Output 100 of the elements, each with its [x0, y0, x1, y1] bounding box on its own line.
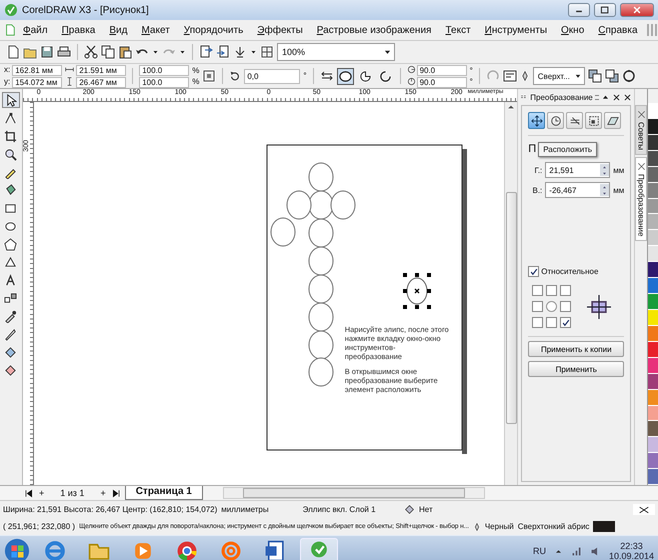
- ellipse-shape[interactable]: [308, 162, 334, 192]
- anchor-checkbox[interactable]: [532, 301, 544, 312]
- close-icon[interactable]: [612, 92, 622, 102]
- ellipse-shape[interactable]: [308, 358, 334, 386]
- save-icon[interactable]: [40, 45, 54, 59]
- outline-width-dropdown[interactable]: Сверхт...: [532, 67, 585, 85]
- start-angle-field[interactable]: 90.0: [416, 64, 467, 76]
- menu-item[interactable]: Макет: [134, 24, 177, 36]
- x-position-field[interactable]: 162.81 мм: [12, 64, 62, 76]
- relative-checkbox[interactable]: [528, 266, 540, 277]
- color-swatch[interactable]: [648, 262, 658, 278]
- rotate-mode-button[interactable]: [547, 112, 564, 129]
- start-button-icon[interactable]: [4, 538, 30, 560]
- anchor-radio[interactable]: [546, 301, 558, 312]
- menu-item[interactable]: Инструменты: [478, 24, 554, 36]
- skew-mode-button[interactable]: [604, 112, 622, 129]
- menu-item[interactable]: Растровые изображения: [310, 24, 438, 36]
- spin-up-icon[interactable]: [601, 184, 608, 190]
- color-swatch[interactable]: [648, 198, 658, 214]
- clock-time[interactable]: 22:33: [620, 541, 643, 551]
- color-swatch[interactable]: [648, 342, 658, 358]
- apply-button[interactable]: Применить: [528, 361, 624, 377]
- vertical-scrollbar[interactable]: [504, 102, 518, 485]
- apply-button[interactable]: Применить к копии: [528, 341, 624, 357]
- coordinate-field[interactable]: 21,591: [545, 162, 610, 178]
- ellipse-shape[interactable]: [308, 330, 334, 360]
- ellipse-shape[interactable]: [308, 218, 334, 248]
- color-swatch[interactable]: [648, 390, 658, 406]
- taskbar-app-button[interactable]: [300, 538, 338, 560]
- paste-icon[interactable]: [118, 45, 132, 59]
- ellipse-shape[interactable]: [308, 302, 334, 332]
- scale-y-field[interactable]: 100.0: [139, 76, 190, 88]
- color-swatch[interactable]: [648, 326, 658, 342]
- anchor-checkbox[interactable]: [560, 285, 572, 296]
- color-swatch[interactable]: [648, 166, 658, 183]
- anchor-checkbox[interactable]: [560, 301, 572, 312]
- scale-mode-button[interactable]: [566, 112, 584, 129]
- color-swatch[interactable]: [648, 358, 658, 374]
- object-height-field[interactable]: 26.467 мм: [76, 76, 126, 88]
- menu-item[interactable]: Окно: [554, 24, 592, 36]
- import-icon[interactable]: [199, 45, 213, 59]
- ellipse-shape[interactable]: [308, 246, 334, 276]
- color-swatch[interactable]: [648, 134, 658, 151]
- new-document-icon[interactable]: [6, 45, 20, 59]
- docker-tab[interactable]: Советы: [635, 105, 648, 155]
- position-mode-button[interactable]: [528, 112, 546, 129]
- anchor-checkbox[interactable]: [532, 285, 544, 296]
- menu-item[interactable]: Правка: [54, 24, 102, 36]
- print-icon[interactable]: [57, 45, 71, 59]
- color-swatch[interactable]: [648, 278, 658, 294]
- anchor-checkbox[interactable]: [546, 285, 558, 296]
- ellipse-shape[interactable]: [286, 190, 312, 220]
- rotation-icon[interactable]: [229, 70, 242, 82]
- color-swatch[interactable]: [648, 246, 658, 262]
- menu-item[interactable]: Текст: [438, 24, 478, 36]
- ellipse-shape[interactable]: [330, 190, 356, 220]
- wrap-text-icon[interactable]: [502, 69, 517, 83]
- to-back-icon[interactable]: [604, 69, 619, 83]
- menu-item[interactable]: Файл: [16, 24, 55, 36]
- menu-item[interactable]: Эффекты: [250, 24, 310, 36]
- color-swatch[interactable]: [648, 150, 658, 167]
- rotation-angle-field[interactable]: 0,0: [244, 68, 300, 84]
- color-swatch[interactable]: [648, 103, 658, 119]
- minimize-button[interactable]: [568, 3, 590, 17]
- color-swatch[interactable]: [648, 118, 658, 135]
- color-swatch[interactable]: [648, 374, 658, 390]
- menu-item[interactable]: Справка: [591, 24, 645, 36]
- mirror-icon[interactable]: [320, 69, 334, 83]
- color-swatch[interactable]: [648, 406, 658, 422]
- color-swatch[interactable]: [648, 230, 658, 246]
- to-front-icon[interactable]: [588, 69, 602, 83]
- language-indicator[interactable]: RU: [532, 546, 546, 556]
- spin-down-icon[interactable]: [601, 190, 608, 196]
- color-swatch[interactable]: [648, 437, 658, 454]
- menu-item[interactable]: Вид: [102, 24, 134, 36]
- add-page-button[interactable]: +: [37, 488, 46, 498]
- spin-up-icon[interactable]: [601, 164, 608, 170]
- zoom-level-dropdown[interactable]: 100%: [277, 43, 395, 61]
- color-swatch[interactable]: [648, 182, 658, 199]
- network-icon[interactable]: [570, 546, 582, 556]
- end-angle-field[interactable]: 90.0: [416, 76, 467, 88]
- clock-date[interactable]: 10.09.2014: [608, 551, 654, 560]
- color-swatch[interactable]: [648, 310, 658, 326]
- docker-tab[interactable]: Преобразование: [635, 156, 648, 242]
- export-icon[interactable]: [216, 45, 230, 59]
- close-button[interactable]: [620, 3, 654, 17]
- color-swatch[interactable]: [648, 421, 658, 438]
- add-page-button[interactable]: +: [98, 488, 108, 498]
- pick-tool-button[interactable]: [2, 92, 20, 108]
- ellipse-shape[interactable]: [270, 218, 296, 246]
- color-swatch[interactable]: [648, 214, 658, 230]
- coordinate-field[interactable]: -26,467: [545, 182, 610, 198]
- cut-icon[interactable]: [84, 45, 98, 59]
- y-position-field[interactable]: 154.072 мм: [12, 76, 62, 88]
- lock-ratio-icon[interactable]: [202, 69, 216, 83]
- convert-to-curves-icon[interactable]: [622, 69, 636, 83]
- ellipse-shape[interactable]: [308, 274, 334, 304]
- anchor-checkbox[interactable]: [532, 317, 544, 328]
- anchor-checkbox[interactable]: [560, 317, 572, 328]
- last-page-icon[interactable]: [112, 488, 121, 498]
